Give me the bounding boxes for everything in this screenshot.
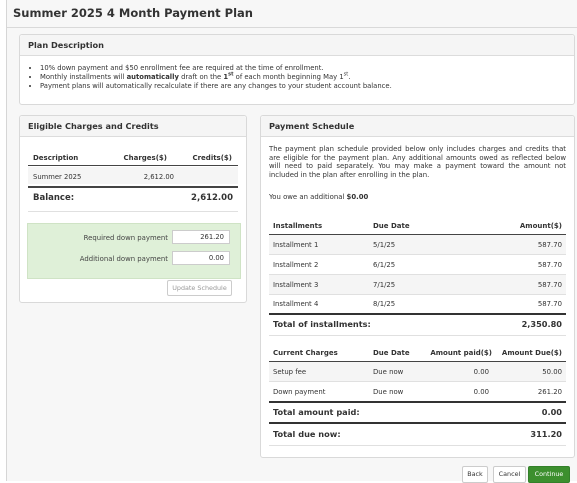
additional-down-payment-field[interactable]: 0.00 bbox=[172, 251, 230, 265]
schedule-heading: Payment Schedule bbox=[261, 116, 574, 137]
divider bbox=[269, 313, 566, 315]
divider bbox=[269, 445, 566, 446]
charge-name: Setup fee bbox=[273, 368, 307, 376]
col-current-charges: Current Charges bbox=[273, 349, 338, 357]
back-button[interactable]: Back bbox=[462, 466, 488, 483]
divider bbox=[269, 422, 566, 424]
plan-description-heading: Plan Description bbox=[20, 35, 574, 56]
required-down-payment-field[interactable]: 261.20 bbox=[172, 230, 230, 244]
balance-label: Balance: bbox=[33, 193, 75, 203]
col-due-date: Due Date bbox=[373, 349, 410, 357]
required-down-payment-label: Required down payment bbox=[83, 234, 168, 242]
installment-name: Installment 2 bbox=[273, 261, 319, 269]
total-installments-value: 2,350.80 bbox=[521, 319, 562, 329]
bullet-text: . bbox=[348, 72, 351, 81]
page-title: Summer 2025 4 Month Payment Plan bbox=[13, 6, 253, 20]
installment-date: 8/1/25 bbox=[373, 300, 396, 308]
col-amount-paid: Amount paid($) bbox=[430, 349, 492, 357]
plan-description-list: 10% down payment and $50 enrollment fee … bbox=[20, 64, 392, 90]
schedule-description: The payment plan schedule provided below… bbox=[269, 145, 566, 179]
bullet-text: draft on the bbox=[178, 72, 224, 81]
installment-amount: 587.70 bbox=[537, 300, 562, 308]
col-installments: Installments bbox=[273, 222, 323, 230]
down-payment-box: Required down payment 261.20 Additional … bbox=[27, 223, 241, 279]
installment-amount: 587.70 bbox=[537, 281, 562, 289]
installment-date: 7/1/25 bbox=[373, 281, 396, 289]
col-credits: Credits($) bbox=[192, 154, 232, 162]
total-paid-label: Total amount paid: bbox=[273, 407, 360, 417]
divider bbox=[269, 401, 566, 403]
col-due-date: Due Date bbox=[373, 222, 410, 230]
row-charges: 2,612.00 bbox=[143, 173, 174, 181]
installment-amount: 587.70 bbox=[537, 241, 562, 249]
divider bbox=[28, 165, 238, 166]
charge-paid: 0.00 bbox=[473, 368, 489, 376]
charge-paid: 0.00 bbox=[473, 388, 489, 396]
bullet-day: 1st bbox=[223, 72, 233, 81]
total-due-label: Total due now: bbox=[273, 429, 341, 439]
title-bar: Summer 2025 4 Month Payment Plan bbox=[7, 0, 577, 28]
col-amount-due: Amount Due($) bbox=[501, 349, 562, 357]
col-description: Description bbox=[33, 154, 79, 162]
payment-schedule-panel: Payment Schedule The payment plan schedu… bbox=[260, 115, 575, 458]
balance-value: 2,612.00 bbox=[191, 193, 233, 203]
charge-date: Due now bbox=[373, 388, 404, 396]
charge-name: Down payment bbox=[273, 388, 326, 396]
row-term: Summer 2025 bbox=[33, 173, 82, 181]
installment-name: Installment 3 bbox=[273, 281, 319, 289]
installment-name: Installment 4 bbox=[273, 300, 319, 308]
owe-text: You owe an additional bbox=[269, 193, 347, 201]
owe-amount: $0.00 bbox=[346, 193, 369, 201]
col-charges: Charges($) bbox=[123, 154, 168, 162]
list-item: Monthly installments will automatically … bbox=[40, 72, 392, 82]
total-due-value: 311.20 bbox=[530, 429, 562, 439]
divider bbox=[269, 381, 566, 382]
list-item: Payment plans will automatically recalcu… bbox=[40, 82, 392, 91]
cancel-button[interactable]: Cancel bbox=[493, 466, 526, 483]
table-row bbox=[269, 362, 566, 381]
additional-down-payment-label: Additional down payment bbox=[79, 255, 168, 263]
eligible-heading: Eligible Charges and Credits bbox=[20, 116, 246, 137]
charge-date: Due now bbox=[373, 368, 404, 376]
page: Summer 2025 4 Month Payment Plan Plan De… bbox=[6, 0, 577, 483]
plan-description-panel: Plan Description 10% down payment and $5… bbox=[19, 34, 575, 105]
bullet-text: Monthly installments will bbox=[40, 72, 127, 81]
total-installments-label: Total of installments: bbox=[273, 319, 371, 329]
bullet-bold: automatically bbox=[126, 72, 179, 81]
divider bbox=[28, 211, 238, 212]
installment-name: Installment 1 bbox=[273, 241, 319, 249]
continue-button[interactable]: Continue bbox=[528, 466, 570, 483]
update-schedule-button[interactable]: Update Schedule bbox=[167, 280, 232, 296]
divider bbox=[28, 186, 238, 188]
installment-date: 5/1/25 bbox=[373, 241, 396, 249]
divider bbox=[269, 294, 566, 295]
bullet-text: of each month beginning May 1 bbox=[233, 72, 344, 81]
eligible-charges-panel: Eligible Charges and Credits Description… bbox=[19, 115, 247, 303]
charge-due: 261.20 bbox=[537, 388, 562, 396]
owe-additional: You owe an additional $0.00 bbox=[269, 193, 368, 201]
charge-due: 50.00 bbox=[542, 368, 562, 376]
list-item: 10% down payment and $50 enrollment fee … bbox=[40, 64, 392, 73]
installment-amount: 587.70 bbox=[537, 261, 562, 269]
col-amount: Amount($) bbox=[519, 222, 562, 230]
installment-date: 6/1/25 bbox=[373, 261, 396, 269]
divider bbox=[269, 335, 566, 336]
total-paid-value: 0.00 bbox=[541, 407, 562, 417]
divider bbox=[269, 254, 566, 255]
